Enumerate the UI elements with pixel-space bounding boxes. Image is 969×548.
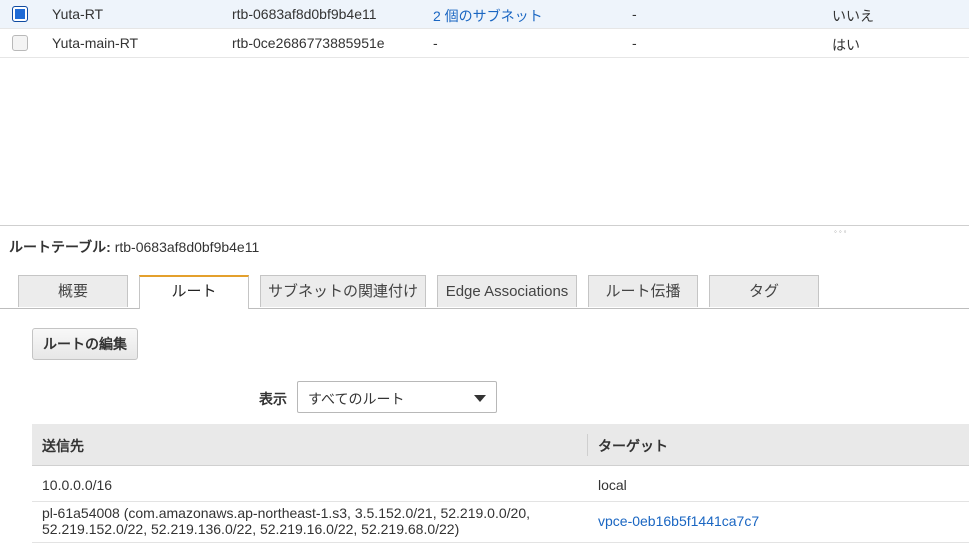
pane-splitter[interactable]	[0, 225, 969, 226]
route-destination: 10.0.0.0/16	[42, 477, 113, 493]
route-table-id: rtb-0ce2686773885951e	[232, 35, 385, 51]
route-target-link[interactable]: vpce-0eb16b5f1441ca7c7	[598, 513, 759, 529]
table-row: pl-61a54008 (com.amazonaws.ap-northeast-…	[32, 502, 969, 543]
route-table-name: Yuta-main-RT	[52, 35, 139, 51]
detail-tabs: 概要 ルート サブネットの関連付け Edge Associations ルート伝…	[0, 275, 969, 309]
tab-routes[interactable]: ルート	[139, 275, 249, 309]
edge-associations-value: -	[632, 35, 637, 51]
route-destination-line: 52.219.152.0/22, 52.219.136.0/22, 52.219…	[42, 521, 460, 537]
edit-routes-button[interactable]: ルートの編集	[32, 328, 138, 360]
resize-grip-icon[interactable]: ◦◦◦	[834, 228, 849, 236]
route-filter-select[interactable]: すべてのルート	[297, 381, 497, 413]
row-checkbox[interactable]	[12, 6, 28, 22]
tab-summary[interactable]: 概要	[18, 275, 128, 307]
route-destination-line: pl-61a54008 (com.amazonaws.ap-northeast-…	[42, 505, 530, 521]
main-value: はい	[832, 37, 860, 53]
table-row[interactable]: Yuta-main-RT rtb-0ce2686773885951e - - は…	[0, 29, 969, 58]
column-header-target[interactable]: ターゲット	[598, 436, 668, 456]
tab-edge-associations[interactable]: Edge Associations	[437, 275, 577, 307]
main-value: いいえ	[832, 8, 874, 24]
filter-label: 表示	[259, 391, 287, 407]
table-row[interactable]: Yuta-RT rtb-0683af8d0bf9b4e11 2 個のサブネット …	[0, 0, 969, 29]
subnet-associations-link[interactable]: 2 個のサブネット	[433, 6, 543, 26]
routes-table-header: 送信先 ターゲット	[32, 424, 969, 466]
route-target: local	[598, 477, 627, 493]
tab-tags[interactable]: タグ	[709, 275, 819, 307]
route-destination: pl-61a54008 (com.amazonaws.ap-northeast-…	[42, 505, 530, 537]
tab-route-propagation[interactable]: ルート伝播	[588, 275, 698, 307]
routes-table: 送信先 ターゲット 10.0.0.0/16 local pl-61a54008 …	[32, 424, 969, 543]
column-divider	[587, 434, 588, 456]
detail-title: ルートテーブル: rtb-0683af8d0bf9b4e11	[9, 237, 259, 257]
route-table-list: Yuta-RT rtb-0683af8d0bf9b4e11 2 個のサブネット …	[0, 0, 969, 58]
route-filter-value: すべてのルート	[308, 391, 405, 407]
route-table-id: rtb-0683af8d0bf9b4e11	[232, 6, 377, 22]
subnet-associations-value: -	[433, 35, 438, 51]
edge-associations-value: -	[632, 6, 637, 22]
detail-label: ルートテーブル:	[9, 239, 111, 255]
table-row: 10.0.0.0/16 local	[32, 466, 969, 502]
detail-id: rtb-0683af8d0bf9b4e11	[114, 239, 260, 255]
tab-subnet-associations[interactable]: サブネットの関連付け	[260, 275, 426, 307]
chevron-down-icon	[474, 395, 486, 402]
column-header-destination[interactable]: 送信先	[42, 436, 84, 456]
row-checkbox[interactable]	[12, 35, 28, 51]
route-table-name: Yuta-RT	[52, 6, 104, 22]
